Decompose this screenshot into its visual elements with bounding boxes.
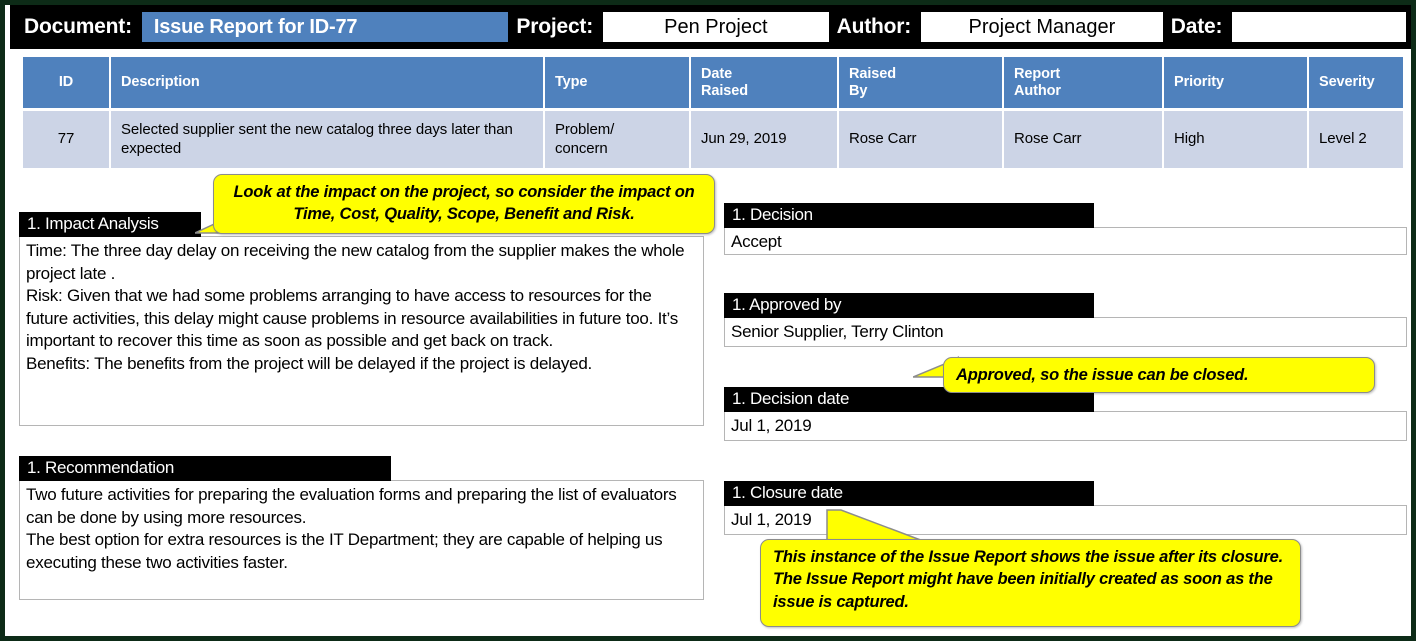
issue-table: ID Description Type Date Raised Raised B…: [23, 57, 1403, 168]
callout-closure-note: This instance of the Issue Report shows …: [760, 539, 1301, 627]
cell-description: Selected supplier sent the new catalog t…: [111, 111, 545, 168]
cell-priority: High: [1164, 111, 1309, 168]
document-topbar: Document: Issue Report for ID-77 Project…: [10, 5, 1411, 49]
cell-type: Problem/ concern: [545, 111, 691, 168]
author-field[interactable]: Project Manager: [921, 12, 1163, 42]
column-header-report-author-line2: Author: [1014, 82, 1061, 99]
cell-date-raised: Jun 29, 2019: [691, 111, 839, 168]
callout-closure-bold: Issue Report: [806, 570, 904, 589]
column-header-raised-by: Raised By: [839, 57, 1004, 108]
decision-section: 1. Decision Accept: [724, 203, 1407, 255]
cell-raised-by: Rose Carr: [839, 111, 1004, 168]
document-title-field[interactable]: Issue Report for ID-77: [141, 12, 509, 42]
recommendation-title: 1. Recommendation: [19, 456, 391, 481]
recommendation-body[interactable]: Two future activities for preparing the …: [19, 480, 704, 600]
decision-date-section: 1. Decision date Jul 1, 2019: [724, 387, 1407, 441]
impact-analysis-title: 1. Impact Analysis: [19, 212, 201, 237]
column-header-report-author: Report Author: [1004, 57, 1164, 108]
table-header-row: ID Description Type Date Raised Raised B…: [23, 57, 1403, 108]
column-header-raised-by-line1: Raised: [849, 65, 896, 82]
callout-approved: Approved, so the issue can be closed.: [943, 357, 1375, 393]
table-row: 77 Selected supplier sent the new catalo…: [23, 111, 1403, 168]
cell-severity: Level 2: [1309, 111, 1403, 168]
column-header-priority: Priority: [1164, 57, 1309, 108]
decision-title: 1. Decision: [724, 203, 1094, 228]
date-field[interactable]: [1232, 12, 1406, 42]
project-label: Project:: [516, 15, 594, 38]
impact-analysis-body[interactable]: Time: The three day delay on receiving t…: [19, 236, 704, 426]
impact-analysis-section: 1. Impact Analysis Time: The three day d…: [19, 212, 704, 426]
approved-by-section: 1. Approved by Senior Supplier, Terry Cl…: [724, 293, 1407, 347]
column-header-date-raised: Date Raised: [691, 57, 839, 108]
approved-by-title: 1. Approved by: [724, 293, 1094, 318]
date-label: Date:: [1170, 15, 1223, 38]
column-header-severity: Severity: [1309, 57, 1403, 108]
issue-report-page: Document: Issue Report for ID-77 Project…: [0, 0, 1416, 641]
cell-id: 77: [23, 111, 111, 168]
document-label: Document:: [24, 15, 132, 38]
project-field[interactable]: Pen Project: [603, 12, 829, 42]
decision-body[interactable]: Accept: [724, 227, 1407, 255]
callout-impact-analysis: Look at the impact on the project, so co…: [213, 174, 715, 234]
column-header-date-raised-line1: Date: [701, 65, 733, 82]
column-header-date-raised-line2: Raised: [701, 82, 748, 99]
column-header-report-author-line1: Report: [1014, 65, 1061, 82]
column-header-id: ID: [23, 57, 111, 108]
recommendation-section: 1. Recommendation Two future activities …: [19, 456, 704, 600]
column-header-raised-by-line2: By: [849, 82, 868, 99]
author-label: Author:: [836, 15, 912, 38]
column-header-type: Type: [545, 57, 691, 108]
decision-date-body[interactable]: Jul 1, 2019: [724, 411, 1407, 441]
closure-date-title: 1. Closure date: [724, 481, 1094, 506]
approved-by-body[interactable]: Senior Supplier, Terry Clinton: [724, 317, 1407, 347]
column-header-description: Description: [111, 57, 545, 108]
cell-report-author: Rose Carr: [1004, 111, 1164, 168]
